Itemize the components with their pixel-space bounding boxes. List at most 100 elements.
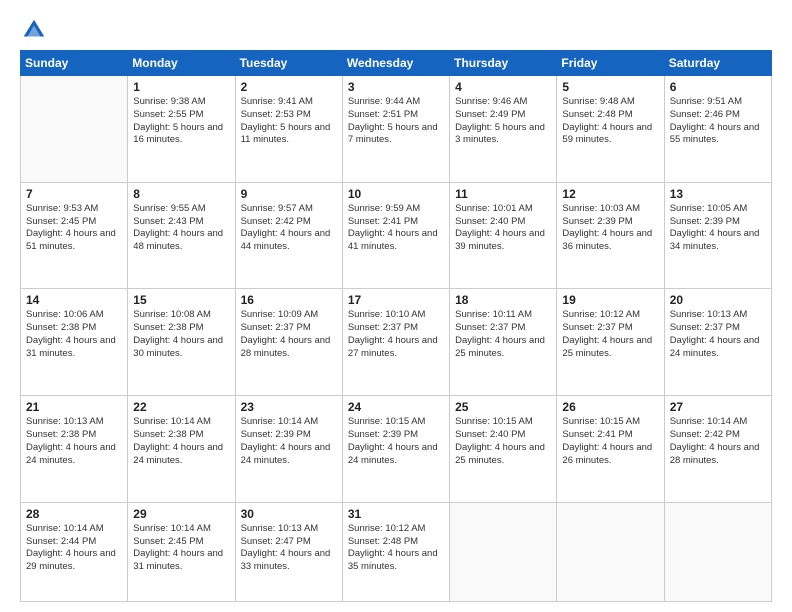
calendar-cell: 5 Sunrise: 9:48 AM Sunset: 2:48 PM Daylig… [557,76,664,183]
calendar-week-row: 14 Sunrise: 10:06 AM Sunset: 2:38 PM Dayl… [21,289,772,396]
day-number: 17 [348,293,444,307]
weekday-header-tuesday: Tuesday [235,51,342,76]
calendar-cell: 2 Sunrise: 9:41 AM Sunset: 2:53 PM Daylig… [235,76,342,183]
cell-sun-info: Sunrise: 10:13 AM Sunset: 2:38 PM Daylig… [26,416,122,467]
calendar-cell: 28Sunrise: 10:14 AM Sunset: 2:44 PM Dayl… [21,502,128,601]
cell-sun-info: Sunrise: 9:51 AM Sunset: 2:46 PM Dayligh… [670,96,766,147]
day-number: 10 [348,187,444,201]
calendar-week-row: 7 Sunrise: 9:53 AM Sunset: 2:45 PM Daylig… [21,182,772,289]
calendar-cell: 13 Sunrise: 10:05 AM Sunset: 2:39 PM Dayl… [664,182,771,289]
day-number: 18 [455,293,551,307]
cell-sun-info: Sunrise: 10:09 AM Sunset: 2:37 PM Daylig… [241,309,337,360]
day-number: 6 [670,80,766,94]
day-number: 29 [133,507,229,521]
calendar-cell: 23 Sunrise: 10:14 AM Sunset: 2:39 PM Dayl… [235,396,342,503]
cell-sun-info: Sunrise: 9:44 AM Sunset: 2:51 PM Dayligh… [348,96,444,147]
calendar-week-row: 1Sunrise: 9:38 AM Sunset: 2:55 PM Daylig… [21,76,772,183]
cell-sun-info: Sunrise: 9:55 AM Sunset: 2:43 PM Dayligh… [133,203,229,254]
cell-sun-info: Sunrise: 9:53 AM Sunset: 2:45 PM Dayligh… [26,203,122,254]
weekday-header-sunday: Sunday [21,51,128,76]
day-number: 3 [348,80,444,94]
cell-sun-info: Sunrise: 10:14 AM Sunset: 2:39 PM Daylig… [241,416,337,467]
calendar-cell: 31 Sunrise: 10:12 AM Sunset: 2:48 PM Dayl… [342,502,449,601]
calendar-cell: 26Sunrise: 10:15 AM Sunset: 2:41 PM Dayl… [557,396,664,503]
day-number: 19 [562,293,658,307]
page: SundayMondayTuesdayWednesdayThursdayFrid… [0,0,792,612]
day-number: 11 [455,187,551,201]
calendar-cell: 7 Sunrise: 9:53 AM Sunset: 2:45 PM Daylig… [21,182,128,289]
calendar-cell: 1Sunrise: 9:38 AM Sunset: 2:55 PM Daylig… [128,76,235,183]
cell-sun-info: Sunrise: 9:59 AM Sunset: 2:41 PM Dayligh… [348,203,444,254]
calendar-cell: 19 Sunrise: 10:12 AM Sunset: 2:37 PM Dayl… [557,289,664,396]
logo-icon [20,16,48,44]
weekday-header-friday: Friday [557,51,664,76]
calendar-cell: 18 Sunrise: 10:11 AM Sunset: 2:37 PM Dayl… [450,289,557,396]
cell-sun-info: Sunrise: 9:48 AM Sunset: 2:48 PM Dayligh… [562,96,658,147]
calendar-week-row: 28Sunrise: 10:14 AM Sunset: 2:44 PM Dayl… [21,502,772,601]
cell-sun-info: Sunrise: 10:12 AM Sunset: 2:37 PM Daylig… [562,309,658,360]
header [20,16,772,44]
calendar-cell: 24 Sunrise: 10:15 AM Sunset: 2:39 PM Dayl… [342,396,449,503]
calendar-cell: 10 Sunrise: 9:59 AM Sunset: 2:41 PM Dayli… [342,182,449,289]
cell-sun-info: Sunrise: 10:05 AM Sunset: 2:39 PM Daylig… [670,203,766,254]
calendar-header-row: SundayMondayTuesdayWednesdayThursdayFrid… [21,51,772,76]
calendar-cell [21,76,128,183]
weekday-header-thursday: Thursday [450,51,557,76]
cell-sun-info: Sunrise: 10:14 AM Sunset: 2:38 PM Daylig… [133,416,229,467]
cell-sun-info: Sunrise: 10:11 AM Sunset: 2:37 PM Daylig… [455,309,551,360]
day-number: 15 [133,293,229,307]
cell-sun-info: Sunrise: 10:08 AM Sunset: 2:38 PM Daylig… [133,309,229,360]
calendar-cell: 3 Sunrise: 9:44 AM Sunset: 2:51 PM Daylig… [342,76,449,183]
day-number: 14 [26,293,122,307]
cell-sun-info: Sunrise: 10:06 AM Sunset: 2:38 PM Daylig… [26,309,122,360]
day-number: 28 [26,507,122,521]
cell-sun-info: Sunrise: 10:12 AM Sunset: 2:48 PM Daylig… [348,523,444,574]
day-number: 31 [348,507,444,521]
calendar-cell: 16 Sunrise: 10:09 AM Sunset: 2:37 PM Dayl… [235,289,342,396]
day-number: 9 [241,187,337,201]
calendar-cell: 6 Sunrise: 9:51 AM Sunset: 2:46 PM Daylig… [664,76,771,183]
calendar-cell [557,502,664,601]
day-number: 16 [241,293,337,307]
cell-sun-info: Sunrise: 10:14 AM Sunset: 2:42 PM Daylig… [670,416,766,467]
day-number: 2 [241,80,337,94]
day-number: 8 [133,187,229,201]
calendar-cell: 9 Sunrise: 9:57 AM Sunset: 2:42 PM Daylig… [235,182,342,289]
cell-sun-info: Sunrise: 10:15 AM Sunset: 2:39 PM Daylig… [348,416,444,467]
calendar-cell: 25 Sunrise: 10:15 AM Sunset: 2:40 PM Dayl… [450,396,557,503]
calendar-cell: 11Sunrise: 10:01 AM Sunset: 2:40 PM Dayl… [450,182,557,289]
day-number: 25 [455,400,551,414]
cell-sun-info: Sunrise: 10:03 AM Sunset: 2:39 PM Daylig… [562,203,658,254]
day-number: 7 [26,187,122,201]
weekday-header-wednesday: Wednesday [342,51,449,76]
day-number: 4 [455,80,551,94]
day-number: 12 [562,187,658,201]
day-number: 30 [241,507,337,521]
cell-sun-info: Sunrise: 10:13 AM Sunset: 2:37 PM Daylig… [670,309,766,360]
cell-sun-info: Sunrise: 9:41 AM Sunset: 2:53 PM Dayligh… [241,96,337,147]
day-number: 22 [133,400,229,414]
calendar-cell: 4 Sunrise: 9:46 AM Sunset: 2:49 PM Daylig… [450,76,557,183]
cell-sun-info: Sunrise: 9:46 AM Sunset: 2:49 PM Dayligh… [455,96,551,147]
day-number: 21 [26,400,122,414]
calendar-cell: 14 Sunrise: 10:06 AM Sunset: 2:38 PM Dayl… [21,289,128,396]
day-number: 27 [670,400,766,414]
day-number: 5 [562,80,658,94]
logo [20,16,52,44]
cell-sun-info: Sunrise: 10:14 AM Sunset: 2:45 PM Daylig… [133,523,229,574]
calendar-cell: 20Sunrise: 10:13 AM Sunset: 2:37 PM Dayl… [664,289,771,396]
day-number: 23 [241,400,337,414]
day-number: 24 [348,400,444,414]
day-number: 13 [670,187,766,201]
calendar-week-row: 21 Sunrise: 10:13 AM Sunset: 2:38 PM Dayl… [21,396,772,503]
calendar-cell: 29 Sunrise: 10:14 AM Sunset: 2:45 PM Dayl… [128,502,235,601]
calendar-cell [450,502,557,601]
calendar-table: SundayMondayTuesdayWednesdayThursdayFrid… [20,50,772,602]
weekday-header-monday: Monday [128,51,235,76]
day-number: 26 [562,400,658,414]
calendar-cell [664,502,771,601]
calendar-cell: 12 Sunrise: 10:03 AM Sunset: 2:39 PM Dayl… [557,182,664,289]
cell-sun-info: Sunrise: 10:15 AM Sunset: 2:40 PM Daylig… [455,416,551,467]
calendar-cell: 30Sunrise: 10:13 AM Sunset: 2:47 PM Dayl… [235,502,342,601]
cell-sun-info: Sunrise: 9:57 AM Sunset: 2:42 PM Dayligh… [241,203,337,254]
